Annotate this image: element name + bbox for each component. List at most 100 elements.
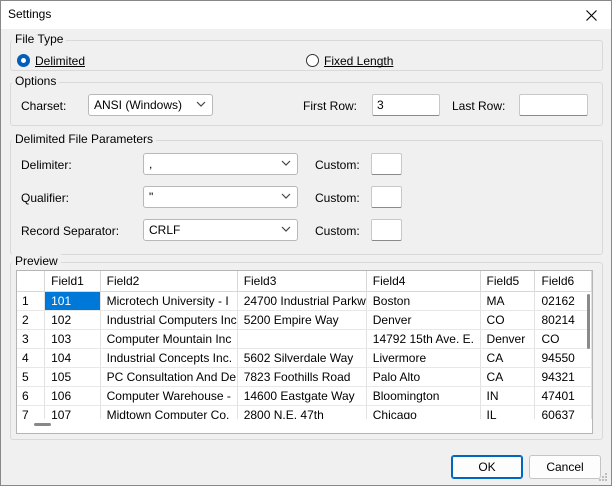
table-cell[interactable]: CA xyxy=(480,367,536,387)
fixed-length-radio-label[interactable]: Fixed Length xyxy=(324,54,393,68)
ok-button[interactable]: OK xyxy=(451,455,523,479)
qualifier-select[interactable]: " xyxy=(143,186,298,208)
delimiter-select[interactable]: , xyxy=(143,153,298,175)
table-row[interactable]: 5 105 PC Consultation And De 7823 Foothi… xyxy=(17,367,592,387)
vertical-scroll-thumb[interactable] xyxy=(587,294,590,349)
row-number-header[interactable] xyxy=(17,271,46,292)
delimiter-label: Delimiter: xyxy=(21,158,72,172)
table-cell[interactable]: 105 xyxy=(44,367,101,387)
table-cell[interactable]: Denver xyxy=(480,329,536,349)
record-separator-custom-label: Custom: xyxy=(315,224,360,238)
last-row-label: Last Row: xyxy=(452,99,506,113)
cancel-button[interactable]: Cancel xyxy=(529,455,601,479)
chevron-down-icon xyxy=(196,101,206,107)
table-cell[interactable]: 101 xyxy=(44,291,101,311)
table-cell[interactable]: Industrial Computers Inc xyxy=(100,310,238,330)
preview-table: Field1 Field2 Field3 Field4 Field5 Field… xyxy=(17,271,592,425)
record-separator-custom-input[interactable] xyxy=(371,219,402,241)
table-row[interactable]: 1 101 Microtech University - I 24700 Ind… xyxy=(17,291,592,311)
chevron-down-icon xyxy=(281,160,291,166)
delimited-radio-label[interactable]: Delimited xyxy=(35,54,85,68)
table-row[interactable]: 4 104 Industrial Concepts Inc. 5602 Silv… xyxy=(17,348,592,368)
record-separator-value: CRLF xyxy=(149,223,181,237)
preview-label: Preview xyxy=(12,254,61,268)
fixed-length-radio[interactable] xyxy=(306,54,319,67)
table-cell[interactable]: CA xyxy=(480,348,536,368)
row-number: 4 xyxy=(17,348,46,368)
table-cell[interactable]: 24700 Industrial Parkw xyxy=(237,291,367,311)
options-label: Options xyxy=(12,74,60,88)
delimited-radio[interactable] xyxy=(17,54,30,67)
delimiter-custom-label: Custom: xyxy=(315,158,360,172)
qualifier-custom-label: Custom: xyxy=(315,191,360,205)
table-cell[interactable]: 106 xyxy=(44,386,101,406)
vertical-scrollbar[interactable] xyxy=(584,291,592,391)
column-header-field5[interactable]: Field5 xyxy=(480,271,536,292)
horizontal-scrollbar[interactable] xyxy=(17,419,592,433)
table-cell[interactable]: PC Consultation And De xyxy=(100,367,238,387)
row-number: 1 xyxy=(17,291,46,311)
qualifier-label: Qualifier: xyxy=(21,191,70,205)
table-cell[interactable]: 14792 15th Ave. E. xyxy=(366,329,481,349)
table-row[interactable]: 3 103 Computer Mountain Inc 14792 15th A… xyxy=(17,329,592,349)
close-button[interactable] xyxy=(571,1,611,29)
table-row[interactable]: 2 102 Industrial Computers Inc 5200 Empi… xyxy=(17,310,592,330)
last-row-input[interactable] xyxy=(519,94,588,116)
record-separator-select[interactable]: CRLF xyxy=(143,219,298,241)
file-type-label: File Type xyxy=(12,32,67,46)
chevron-down-icon xyxy=(281,226,291,232)
column-header-field6[interactable]: Field6 xyxy=(534,271,592,292)
table-cell[interactable]: IN xyxy=(480,386,536,406)
table-header-row: Field1 Field2 Field3 Field4 Field5 Field… xyxy=(17,271,592,292)
table-cell[interactable]: 104 xyxy=(44,348,101,368)
table-cell[interactable]: Industrial Concepts Inc. xyxy=(100,348,238,368)
table-row[interactable]: 6 106 Computer Warehouse - 14600 Eastgat… xyxy=(17,386,592,406)
column-header-field3[interactable]: Field3 xyxy=(237,271,367,292)
table-cell[interactable]: 5200 Empire Way xyxy=(237,310,367,330)
column-header-field1[interactable]: Field1 xyxy=(44,271,101,292)
delimited-label-text: Delimited xyxy=(35,54,86,68)
row-number: 2 xyxy=(17,310,46,330)
table-cell[interactable]: Microtech University - I xyxy=(100,291,238,311)
charset-value: ANSI (Windows) xyxy=(94,98,183,112)
table-cell[interactable]: MA xyxy=(480,291,536,311)
first-row-label: First Row: xyxy=(303,99,357,113)
title-bar[interactable]: Settings xyxy=(1,1,611,29)
first-row-input[interactable]: 3 xyxy=(372,94,440,116)
charset-select[interactable]: ANSI (Windows) xyxy=(88,94,213,116)
table-cell[interactable]: Livermore xyxy=(366,348,481,368)
resize-grip-icon[interactable] xyxy=(598,472,608,482)
charset-label: Charset: xyxy=(21,99,67,113)
settings-dialog: Settings File Type Delimited Fixed Lengt… xyxy=(0,0,612,486)
delimited-params-label: Delimited File Parameters xyxy=(12,132,157,146)
table-cell[interactable]: Denver xyxy=(366,310,481,330)
table-cell[interactable]: Computer Warehouse - xyxy=(100,386,238,406)
table-cell[interactable]: 7823 Foothills Road xyxy=(237,367,367,387)
fixed-length-label-text: Fixed Length xyxy=(324,54,394,68)
table-cell[interactable]: Bloomington xyxy=(366,386,481,406)
row-number: 6 xyxy=(17,386,46,406)
table-cell[interactable]: 14600 Eastgate Way xyxy=(237,386,367,406)
preview-grid[interactable]: Field1 Field2 Field3 Field4 Field5 Field… xyxy=(16,270,593,434)
window-title: Settings xyxy=(8,7,52,21)
qualifier-value: " xyxy=(149,190,154,204)
horizontal-scroll-thumb[interactable] xyxy=(34,423,51,426)
table-cell[interactable]: Palo Alto xyxy=(366,367,481,387)
row-number: 3 xyxy=(17,329,46,349)
table-cell[interactable]: CO xyxy=(480,310,536,330)
table-cell[interactable]: 102 xyxy=(44,310,101,330)
column-header-field4[interactable]: Field4 xyxy=(366,271,481,292)
table-cell[interactable]: 5602 Silverdale Way xyxy=(237,348,367,368)
column-header-field2[interactable]: Field2 xyxy=(100,271,238,292)
close-icon xyxy=(585,10,597,21)
row-number: 5 xyxy=(17,367,46,387)
delimiter-value: , xyxy=(149,157,153,171)
delimiter-custom-input[interactable] xyxy=(371,153,402,175)
chevron-down-icon xyxy=(281,193,291,199)
record-separator-label: Record Separator: xyxy=(21,224,120,238)
table-cell[interactable]: Computer Mountain Inc xyxy=(100,329,238,349)
qualifier-custom-input[interactable] xyxy=(371,186,402,208)
table-cell[interactable]: 103 xyxy=(44,329,101,349)
table-cell[interactable]: Boston xyxy=(366,291,481,311)
table-cell[interactable] xyxy=(237,329,367,349)
